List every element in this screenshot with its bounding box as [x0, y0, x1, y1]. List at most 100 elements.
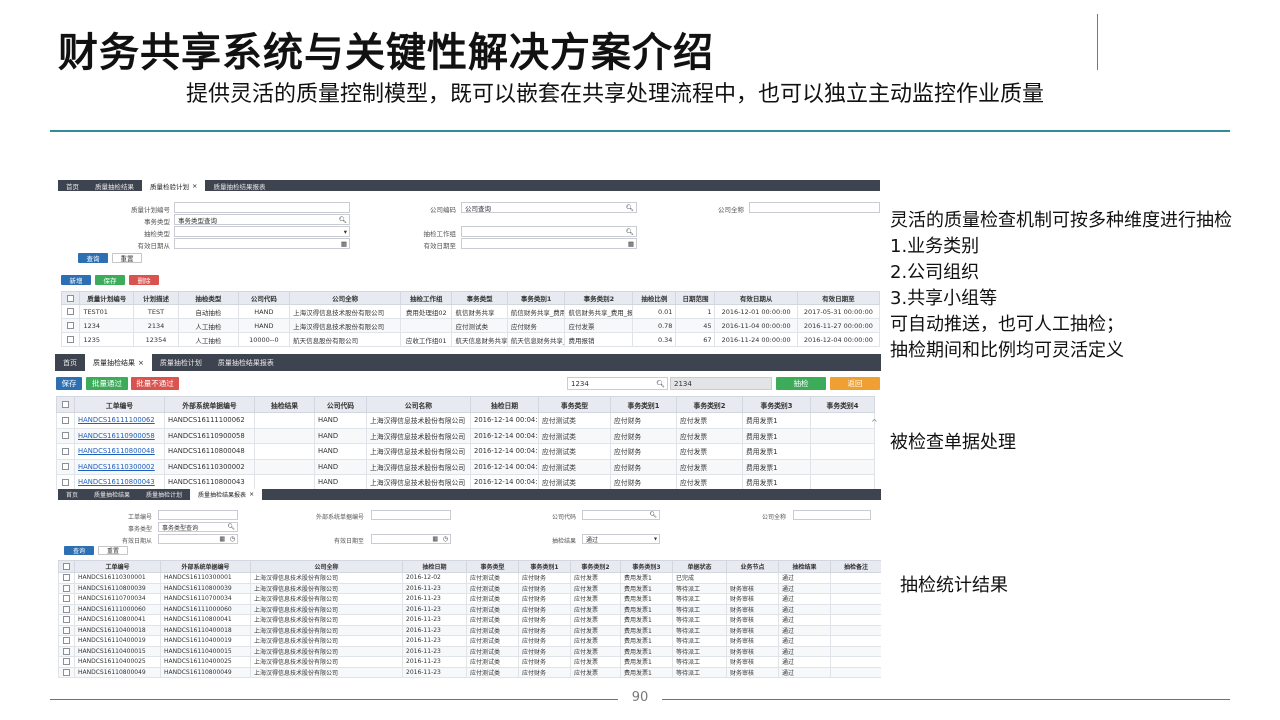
row-checkbox[interactable] [56, 427, 75, 444]
row-checkbox[interactable] [60, 304, 81, 319]
column-header[interactable]: 抽检类型 [178, 291, 239, 305]
column-header[interactable]: 计划描述 [132, 291, 180, 305]
checkbox[interactable] [63, 595, 70, 603]
column-header[interactable]: 事务类别1 [610, 396, 677, 413]
valid-to-input[interactable]: ▦ [461, 238, 637, 249]
column-header[interactable]: 质量计划编号 [79, 291, 134, 305]
valid-from-input[interactable]: ▦ ◷ [158, 534, 238, 544]
checkbox[interactable] [62, 478, 69, 486]
batch-fail-button[interactable]: 批量不通过 [131, 377, 179, 390]
save-button[interactable]: 保存 [56, 377, 82, 390]
checkbox[interactable] [67, 308, 75, 315]
row-checkbox[interactable] [58, 624, 75, 636]
column-header[interactable]: 公司名称 [366, 396, 471, 413]
order-search-input[interactable]: 1234 🔍︎ [567, 377, 668, 390]
column-header[interactable]: 事务类别3 [620, 560, 673, 573]
row-checkbox[interactable] [58, 666, 75, 678]
row-checkbox[interactable] [58, 572, 75, 584]
ext-no-input[interactable] [371, 510, 451, 520]
column-header[interactable]: 工单编号 [74, 396, 165, 413]
table-cell[interactable]: HANDCS16110800048 [74, 443, 165, 460]
reset-button[interactable]: 重置 [112, 253, 142, 263]
table-row[interactable]: HANDCS16110800048 HANDCS16110800048 HAND 上海… [56, 443, 875, 460]
order-no-input[interactable] [158, 510, 238, 520]
close-icon[interactable]: × [138, 359, 144, 367]
row-checkbox[interactable] [58, 635, 75, 647]
table-cell[interactable]: HANDCS16110900058 [74, 427, 165, 444]
tab-check-results[interactable]: 质量抽检结果 [87, 180, 142, 191]
column-header[interactable]: 抽检日期 [402, 560, 467, 573]
tab-results-report[interactable]: 质量抽检结果报表 × [190, 489, 263, 500]
select-all-checkbox[interactable] [56, 396, 75, 413]
check-type-select[interactable]: ▾ [174, 226, 350, 237]
select-all-checkbox[interactable] [60, 291, 81, 305]
checkbox[interactable] [63, 626, 70, 634]
tab-check-results[interactable]: 质量抽检结果 × [85, 354, 152, 371]
check-result-select[interactable]: 通过 ▾ [582, 534, 660, 544]
calendar-icon[interactable]: ▦ [219, 536, 225, 543]
column-header[interactable]: 事务类别2 [676, 396, 743, 413]
column-header[interactable]: 有效日期至 [796, 291, 880, 305]
search-icon[interactable]: 🔍︎ [626, 204, 634, 212]
reset-button[interactable]: 重置 [98, 546, 128, 555]
checkbox[interactable] [63, 584, 70, 592]
checkbox[interactable] [62, 416, 69, 424]
column-header[interactable]: 事务类别1 [518, 560, 571, 573]
tab-check-plan[interactable]: 质量抽检计划 [152, 354, 210, 371]
column-header[interactable]: 抽检结果 [254, 396, 315, 413]
checkbox[interactable] [63, 563, 70, 570]
row-checkbox[interactable] [60, 318, 81, 333]
checkbox[interactable] [63, 658, 70, 666]
search-icon[interactable]: 🔍︎ [339, 216, 347, 224]
tab-home[interactable]: 首页 [58, 180, 87, 191]
tab-check-plan[interactable]: 质量抽检计划 [138, 489, 190, 500]
close-icon[interactable]: × [192, 182, 197, 190]
row-checkbox[interactable] [58, 656, 75, 668]
column-header[interactable]: 事务类别2 [570, 560, 621, 573]
back-button[interactable]: 返回 [830, 377, 880, 390]
column-header[interactable]: 事务类别3 [742, 396, 811, 413]
column-header[interactable]: 公司全称 [250, 560, 403, 573]
checkbox[interactable] [63, 605, 70, 613]
row-checkbox[interactable] [56, 458, 75, 475]
table-row[interactable]: HANDCS16110700034 HANDCS16110700034 上海汉得信息… [58, 593, 881, 605]
column-header[interactable]: 事务类型 [466, 560, 519, 573]
query-button[interactable]: 查询 [64, 546, 94, 555]
calendar-icon[interactable]: ▦ [628, 240, 634, 248]
table-row[interactable]: HANDCS16110800049 HANDCS16110800049 上海汉得信息… [58, 666, 881, 678]
checkbox[interactable] [62, 447, 69, 455]
company-code-input[interactable]: 公司查询 🔍︎ [461, 202, 637, 213]
checkbox[interactable] [62, 401, 69, 408]
column-header[interactable]: 抽检结果 [778, 560, 831, 573]
table-row[interactable]: TEST01 TEST 自动抽检 HAND 上海汉得信息技术股份有限公司 费用处理组02 航… [60, 304, 880, 319]
tab-results-report[interactable]: 质量抽检结果报表 [210, 354, 282, 371]
table-row[interactable]: HANDCS16110800039 HANDCS16110800039 上海汉得信息… [58, 582, 881, 594]
column-header[interactable]: 公司代码 [237, 291, 291, 305]
checkbox[interactable] [67, 294, 75, 302]
tab-home[interactable]: 首页 [58, 489, 86, 500]
row-checkbox[interactable] [56, 412, 75, 429]
company-name-input[interactable] [749, 202, 880, 213]
check-group-input[interactable]: 🔍︎ [461, 226, 637, 237]
column-header[interactable]: 抽检比例 [632, 291, 677, 305]
table-row[interactable]: HANDCS16110400015 HANDCS16110400015 上海汉得信息… [58, 645, 881, 657]
valid-to-input[interactable]: ▦ ◷ [371, 534, 451, 544]
tab-results-report[interactable]: 质量抽检结果报表 [205, 180, 273, 191]
save-button[interactable]: 保存 [95, 275, 125, 285]
table-row[interactable]: HANDCS16111000060 HANDCS16111000060 上海汉得信息… [58, 603, 881, 615]
scroll-up-icon[interactable]: ^ [871, 418, 878, 427]
doc-type-input[interactable]: 事务类型查询 🔍︎ [158, 522, 238, 532]
row-checkbox[interactable] [58, 645, 75, 657]
table-row[interactable]: HANDCS16111100062 HANDCS16111100062 HAND 上海… [56, 412, 875, 429]
table-cell[interactable]: HANDCS16111100062 [74, 412, 165, 429]
table-row[interactable]: HANDCS16110800041 HANDCS16110800041 上海汉得信息… [58, 614, 881, 626]
row-checkbox[interactable] [58, 603, 75, 615]
column-header[interactable]: 公司代码 [314, 396, 367, 413]
calendar-icon[interactable]: ▦ [432, 536, 438, 543]
row-checkbox[interactable] [60, 332, 81, 347]
column-header[interactable]: 抽检备注 [830, 560, 881, 573]
column-header[interactable]: 有效日期从 [714, 291, 798, 305]
close-icon[interactable]: × [249, 491, 254, 498]
table-cell[interactable]: HANDCS16110800043 [74, 474, 165, 490]
checkbox[interactable] [62, 432, 69, 440]
